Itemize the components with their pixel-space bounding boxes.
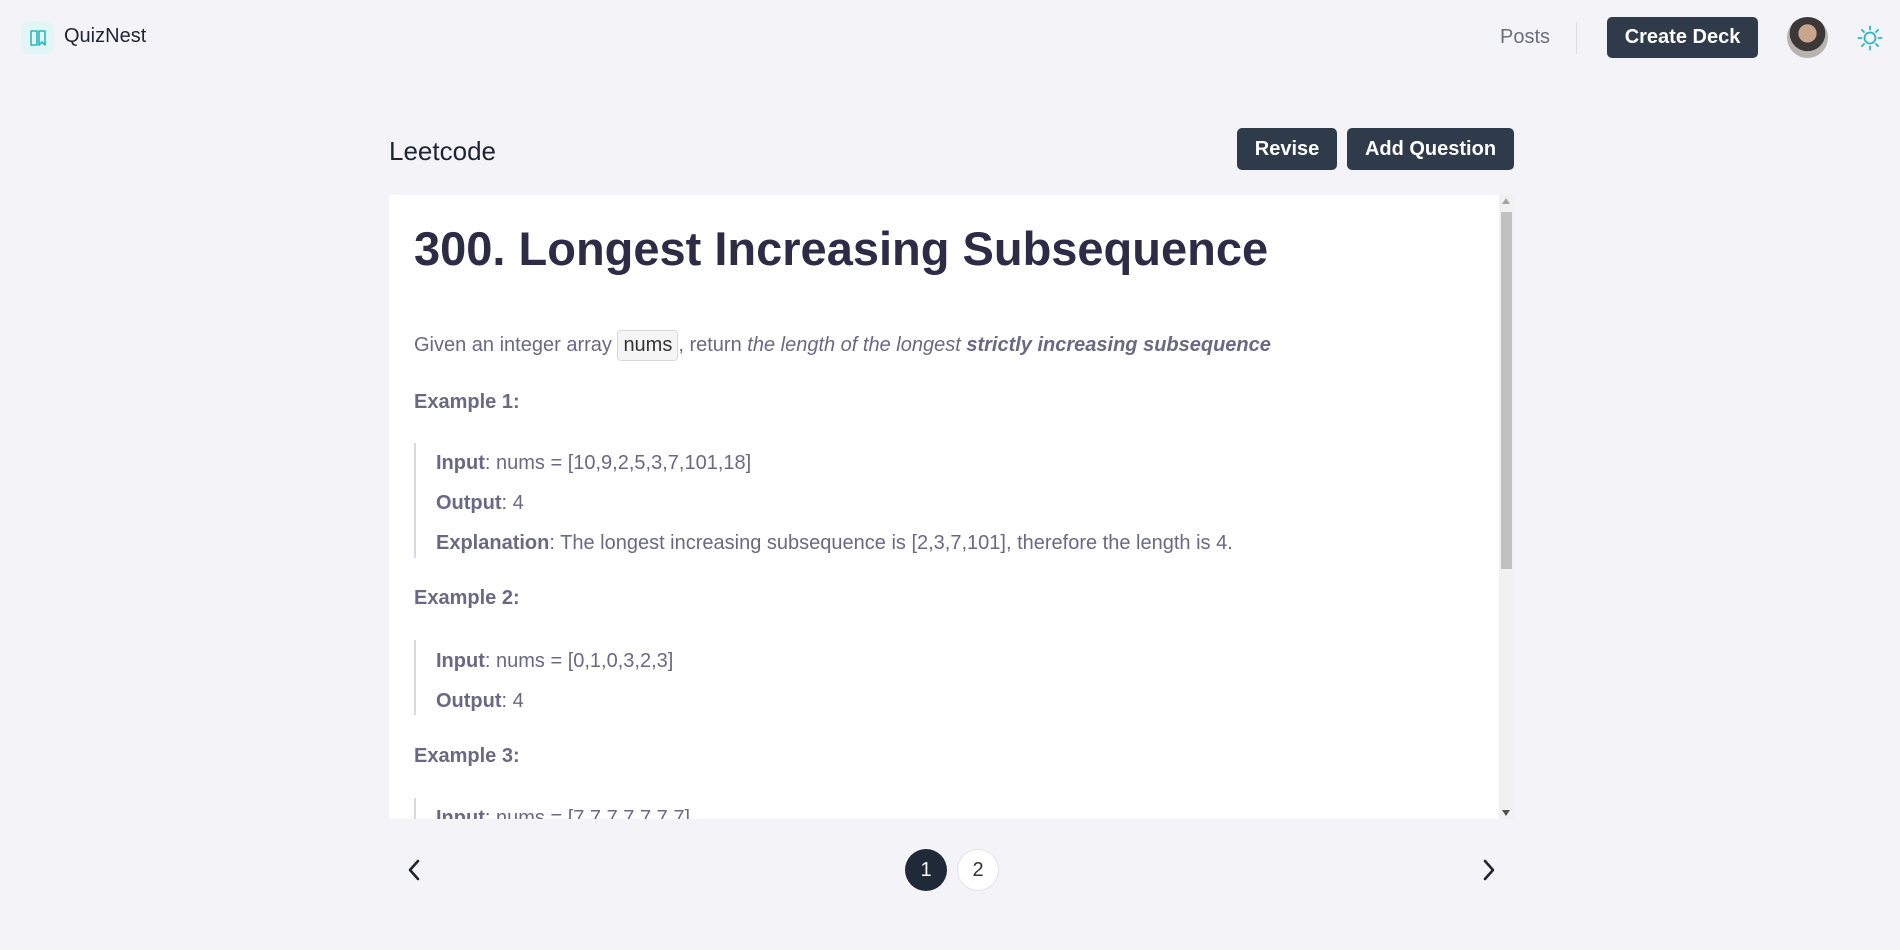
example-input: Input: nums = [10,9,2,5,3,7,101,18] [436,452,751,475]
input-label: Input [436,452,485,474]
next-page-button[interactable] [1476,854,1502,886]
card-scrollbar[interactable] [1499,195,1514,819]
revise-button[interactable]: Revise [1237,128,1337,170]
scroll-thumb[interactable] [1501,212,1512,569]
description-emphasis: the length of the longest [747,334,967,356]
input-value: : nums = [0,1,0,3,2,3] [484,650,674,672]
question-card: 300. Longest Increasing Subsequence Give… [389,195,1514,819]
question-description: Given an integer array nums, return the … [414,330,1271,361]
example-heading: Example 1: [414,391,520,413]
page-button-2[interactable]: 2 [957,849,999,891]
output-value: : 4 [501,492,524,514]
prev-page-button[interactable] [401,854,427,886]
chevron-left-icon [408,859,420,881]
description-strong: strictly increasing subsequence [966,334,1271,356]
output-value: : 4 [501,690,524,712]
blockquote-bar [414,640,416,715]
input-label: Input [436,650,485,672]
scroll-up-arrow-icon[interactable] [1502,198,1510,204]
chevron-right-icon [1483,859,1495,881]
deck-title: Leetcode [389,136,496,166]
output-label: Output [436,690,502,712]
nav-link-posts[interactable]: Posts [1500,26,1550,49]
example-output: Output: 4 [436,492,524,515]
output-label: Output [436,492,502,514]
nav-divider [1576,22,1577,54]
description-text: , return [678,334,748,356]
input-label: Input [436,807,485,819]
question-title: 300. Longest Increasing Subsequence [414,222,1269,275]
example-heading: Example 2: [414,587,520,609]
explanation-value: : The longest increasing subsequence is … [549,532,1233,554]
description-text: Given an integer array [414,334,618,356]
avatar[interactable] [1787,17,1828,58]
blockquote-bar [414,443,416,558]
example-input: Input: nums = [7,7,7,7,7,7,7] [436,807,690,819]
example-output: Output: 4 [436,690,524,713]
logo-icon[interactable] [21,21,54,54]
inline-code: nums [617,330,679,361]
example-input: Input: nums = [0,1,0,3,2,3] [436,650,673,673]
example-heading: Example 3: [414,745,520,767]
page-button-1[interactable]: 1 [905,849,947,891]
blockquote-bar [414,798,416,819]
example-explanation: Explanation: The longest increasing subs… [436,532,1233,555]
input-value: : nums = [10,9,2,5,3,7,101,18] [484,452,752,474]
sun-icon[interactable] [1857,25,1883,51]
top-navbar: QuizNest Posts Create Deck [0,0,1900,76]
add-question-button[interactable]: Add Question [1347,128,1514,170]
create-deck-button[interactable]: Create Deck [1607,17,1758,58]
input-value: : nums = [7,7,7,7,7,7,7] [484,807,691,819]
explanation-label: Explanation [436,532,550,554]
scroll-down-arrow-icon[interactable] [1502,810,1510,816]
brand-name[interactable]: QuizNest [64,25,146,48]
